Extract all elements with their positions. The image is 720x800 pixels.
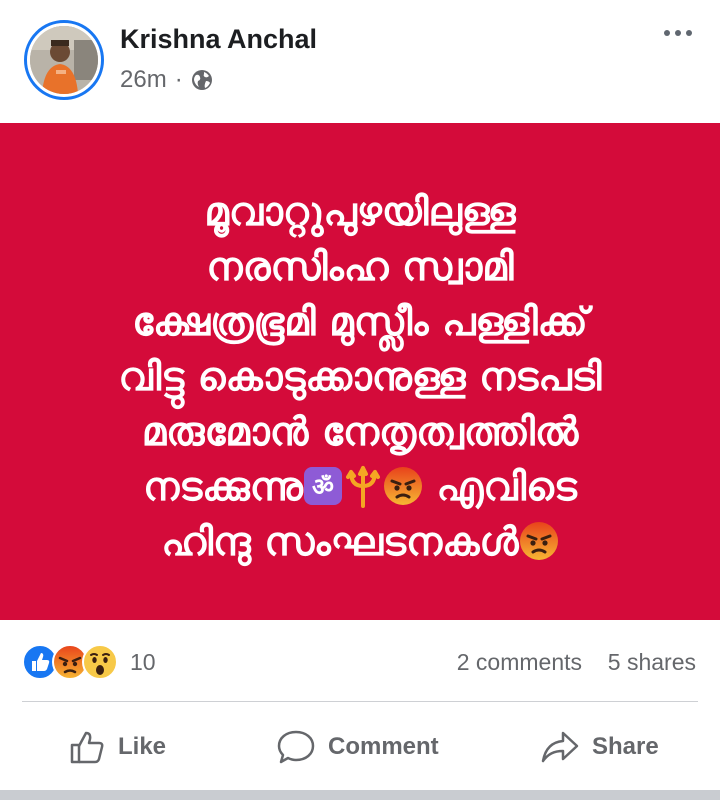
profile-photo-icon	[30, 26, 98, 94]
globe-icon	[191, 70, 212, 90]
content-line: മൂവാറ്റുപുഴയിലുള്ള	[204, 190, 516, 235]
om-emoji: ॐ	[303, 467, 342, 505]
angry-face-emoji	[519, 522, 558, 560]
svg-text:ॐ: ॐ	[312, 473, 334, 501]
post-actions: Like Comment Share	[0, 714, 720, 780]
ellipsis-dot	[686, 30, 692, 36]
content-line-emoji: നടക്കുന്നു ॐ എവിടെ	[0, 460, 720, 515]
share-button[interactable]: Share	[540, 714, 659, 780]
post-content-card[interactable]: മൂവാറ്റുപുഴയിലുള്ള നരസിംഹ സ്വാമി ക്ഷേത്ര…	[0, 123, 720, 620]
more-options-button[interactable]	[658, 18, 698, 48]
reactions-summary: 10 2 comments 5 shares	[0, 634, 720, 690]
like-button[interactable]: Like	[68, 714, 166, 780]
meta-separator: ·	[174, 66, 183, 93]
post-meta: 26m ·	[120, 66, 213, 94]
content-line: മരുമോൻ നേതൃത്വത്തിൽ	[141, 410, 579, 455]
shares-count-link[interactable]: 5 shares	[608, 649, 696, 676]
thumbs-up-icon	[70, 731, 104, 764]
feed-separator	[0, 790, 720, 800]
content-line-text: ഹിന്ദു സംഘടനകൾ	[161, 520, 519, 565]
share-arrow-icon	[541, 731, 579, 763]
comment-label: Comment	[328, 733, 439, 760]
content-line: നരസിംഹ സ്വാമി	[206, 245, 514, 290]
content-line-text: എവിടെ	[436, 465, 577, 510]
reaction-count[interactable]: 10	[130, 649, 156, 676]
avatar-photo	[30, 26, 98, 94]
divider	[22, 701, 698, 702]
post-time[interactable]: 26m	[120, 66, 167, 94]
reaction-icons[interactable]	[22, 644, 118, 680]
comment-button[interactable]: Comment	[276, 714, 439, 780]
content-line: വിട്ടു കൊടുക്കാനുള്ള നടപടി	[118, 355, 602, 400]
trident-emoji	[345, 466, 380, 508]
content-line-text: നടക്കുന്നു	[143, 465, 303, 510]
share-label: Share	[592, 733, 659, 760]
post-header: Krishna Anchal 26m ·	[0, 0, 720, 122]
like-label: Like	[118, 733, 167, 760]
content-line: ക്ഷേത്രഭൂമി മുസ്ലീം പള്ളിക്ക്	[132, 300, 588, 345]
avatar[interactable]	[24, 20, 104, 100]
post-content-text: മൂവാറ്റുപുഴയിലുള്ള നരസിംഹ സ്വാമി ക്ഷേത്ര…	[0, 185, 720, 570]
facebook-post: Krishna Anchal 26m · മൂവാറ്റുപുഴയിലുള്ള …	[0, 0, 720, 800]
ellipsis-icon	[664, 30, 670, 36]
ellipsis-dot	[675, 30, 681, 36]
wow-icon	[82, 644, 118, 680]
author-name[interactable]: Krishna Anchal	[120, 24, 317, 55]
content-line-emoji: ഹിന്ദു സംഘടനകൾ	[0, 515, 720, 570]
angry-face-emoji	[383, 467, 422, 505]
comments-count-link[interactable]: 2 comments	[457, 649, 582, 676]
comment-bubble-icon	[277, 730, 315, 764]
